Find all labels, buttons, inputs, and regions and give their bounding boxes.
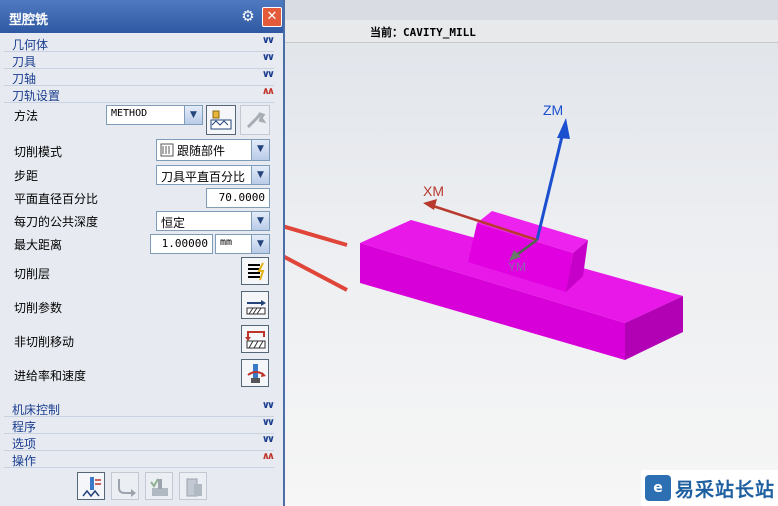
- chevron-down-icon: ▼: [251, 140, 269, 160]
- cut-levels-button[interactable]: [241, 257, 269, 285]
- max-distance-label: 最大距离: [14, 238, 63, 252]
- cut-pattern-label: 切削模式: [14, 145, 63, 159]
- chevron-down-icon: ∨∨: [261, 52, 275, 63]
- chevron-down-icon: ▼: [251, 235, 269, 253]
- list-button[interactable]: [179, 472, 207, 500]
- wrench-button[interactable]: [240, 105, 270, 135]
- feeds-speeds-button[interactable]: [241, 359, 269, 387]
- chevron-down-icon: ∨∨: [261, 69, 275, 80]
- cut-levels-label: 切削层: [14, 267, 51, 281]
- part-model[interactable]: ZM XM YM: [285, 0, 778, 506]
- section-actions[interactable]: 操作 ∧∧: [4, 451, 275, 468]
- flat-diameter-percent-input[interactable]: 70.0000: [206, 188, 270, 208]
- chevron-down-icon: ∨∨: [261, 35, 275, 46]
- replay-icon: [118, 479, 136, 497]
- section-options[interactable]: 选项 ∨∨: [4, 434, 275, 451]
- dialog-titlebar[interactable]: 型腔铣 ⚙ ✕: [0, 0, 283, 33]
- close-button[interactable]: ✕: [262, 7, 282, 27]
- flat-diameter-percent-label: 平面直径百分比: [14, 192, 99, 206]
- watermark-logo-icon: e: [645, 475, 671, 501]
- chevron-down-icon: ▼: [184, 106, 202, 124]
- cutting-parameters-button[interactable]: [241, 291, 269, 319]
- zm-arrowhead: [557, 118, 570, 139]
- verify-button[interactable]: [145, 472, 173, 500]
- feeds-speeds-label: 进给率和速度: [14, 369, 87, 383]
- edit-method-button[interactable]: [206, 105, 236, 135]
- method-select[interactable]: METHOD ▼: [106, 105, 203, 125]
- cavity-mill-dialog: 型腔铣 ⚙ ✕ 几何体 ∨∨ 刀具 ∨∨ 刀轴 ∨∨ 刀轨设置 ∧∧ 方法 ME…: [0, 0, 285, 506]
- method-label: 方法: [14, 109, 39, 123]
- max-distance-unit-select[interactable]: mm ▼: [215, 234, 270, 254]
- stepover-label: 步距: [14, 169, 39, 183]
- gear-icon[interactable]: ⚙: [240, 8, 256, 24]
- section-path-settings[interactable]: 刀轨设置 ∧∧: [4, 86, 275, 103]
- zm-label: ZM: [543, 102, 563, 118]
- verify-icon: [150, 478, 168, 496]
- chevron-down-icon: ▼: [251, 166, 269, 184]
- watermark: e 易采站长站: [641, 470, 778, 506]
- method-edit-icon: [210, 110, 232, 130]
- cutting-parameters-label: 切削参数: [14, 301, 63, 315]
- cutting-parameters-icon: [246, 300, 266, 315]
- chevron-up-icon: ∧∧: [261, 86, 275, 97]
- section-geometry[interactable]: 几何体 ∨∨: [4, 35, 275, 52]
- wrench-icon: [246, 112, 266, 129]
- chevron-down-icon: ∨∨: [261, 434, 275, 445]
- ym-label: YM: [508, 260, 526, 274]
- section-program[interactable]: 程序 ∨∨: [4, 417, 275, 434]
- dialog-title: 型腔铣: [9, 13, 49, 28]
- section-tool[interactable]: 刀具 ∨∨: [4, 52, 275, 69]
- list-icon: [186, 478, 202, 497]
- xm-label: XM: [423, 183, 444, 199]
- generate-icon: [82, 477, 101, 498]
- section-machine-control[interactable]: 机床控制 ∨∨: [4, 400, 275, 417]
- stepover-select[interactable]: 刀具平直百分比 ▼: [156, 165, 270, 185]
- chevron-down-icon: ∨∨: [261, 417, 275, 428]
- common-depth-select[interactable]: 恒定 ▼: [156, 211, 270, 231]
- chevron-up-icon: ∧∧: [261, 451, 275, 462]
- section-tool-axis[interactable]: 刀轴 ∨∨: [4, 69, 275, 86]
- zm-axis: [535, 127, 566, 241]
- cut-levels-icon: [248, 262, 265, 281]
- graphics-viewport[interactable]: 当前：CAVITY_MILL ZM XM YM e 易采站长站: [285, 0, 778, 506]
- replay-button[interactable]: [111, 472, 139, 500]
- chevron-down-icon: ▼: [251, 212, 269, 230]
- non-cutting-moves-label: 非切削移动: [14, 335, 75, 349]
- chevron-down-icon: ∨∨: [261, 400, 275, 411]
- non-cutting-moves-button[interactable]: [241, 325, 269, 353]
- watermark-text: 易采站长站: [675, 478, 776, 501]
- follow-part-icon: [160, 143, 174, 157]
- feeds-speeds-icon: [247, 364, 266, 383]
- generate-button[interactable]: [77, 472, 105, 500]
- cut-pattern-select[interactable]: 跟随部件 ▼: [156, 139, 270, 161]
- non-cutting-moves-icon: [245, 331, 266, 349]
- common-depth-label: 每刀的公共深度: [14, 215, 99, 229]
- max-distance-input[interactable]: 1.00000: [150, 234, 213, 254]
- xm-arrowhead: [423, 199, 437, 210]
